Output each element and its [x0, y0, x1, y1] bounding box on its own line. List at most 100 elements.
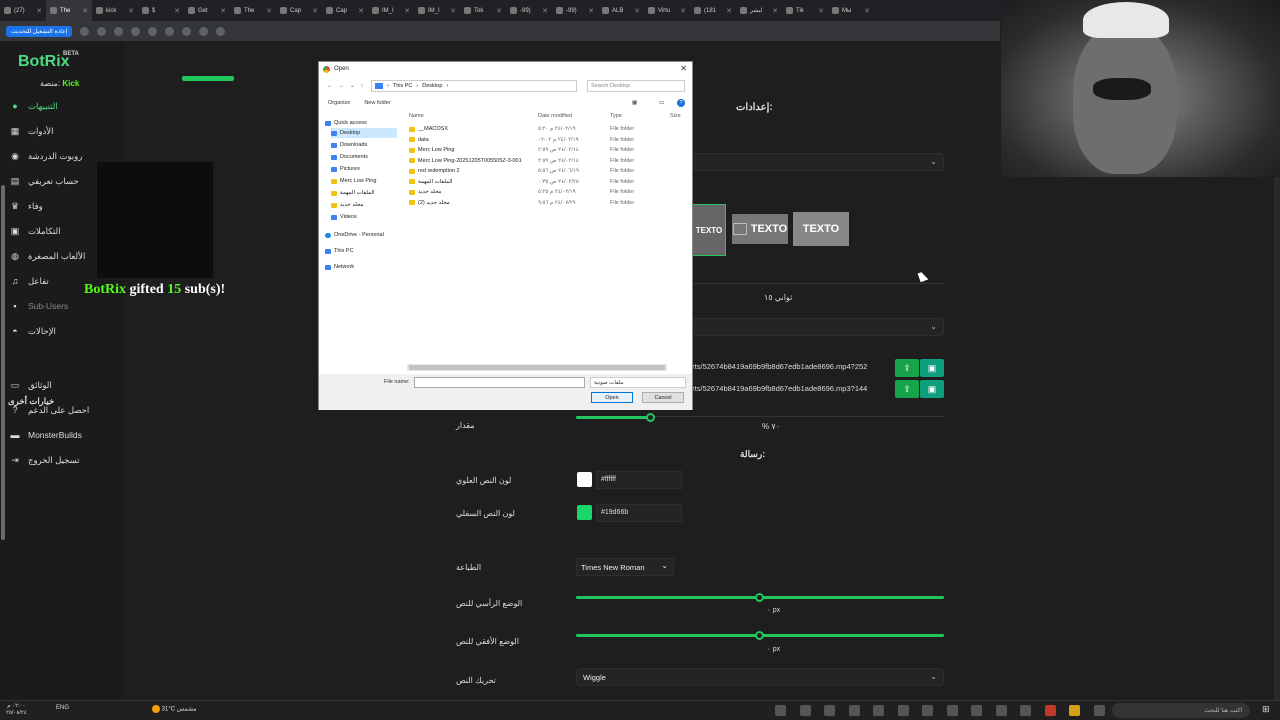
close-icon[interactable]: ✕: [82, 7, 88, 15]
back-arrow-icon[interactable]: ←: [327, 83, 333, 89]
breadcrumb-this-pc[interactable]: This PC: [393, 83, 413, 89]
volume-thumb[interactable]: [645, 413, 655, 422]
page-scroll-thumb[interactable]: [1, 185, 5, 540]
animation-select[interactable]: Wiggle ⌄: [576, 668, 944, 686]
sidebar-item-docs[interactable]: ▭ الوثائق: [10, 376, 120, 394]
sidebar-item-alert[interactable]: ● التنبيهات: [10, 97, 120, 115]
browser-tab[interactable]: ALB ✕: [598, 0, 644, 21]
close-icon[interactable]: ✕: [726, 7, 732, 15]
extension-icon[interactable]: [131, 26, 141, 36]
scroll-thumb[interactable]: [409, 365, 665, 370]
dialog-nav-item[interactable]: الملفات المهمة: [331, 188, 397, 198]
col-name[interactable]: Name: [409, 113, 424, 119]
close-icon[interactable]: ✕: [404, 7, 410, 15]
close-icon[interactable]: ✕: [312, 7, 318, 15]
close-icon[interactable]: ✕: [496, 7, 502, 15]
layout-option-selected[interactable]: TEXTO: [692, 204, 726, 256]
help-icon[interactable]: ?: [677, 99, 685, 107]
extension-icon[interactable]: [148, 26, 158, 36]
vpos-thumb[interactable]: [755, 593, 764, 602]
col-date[interactable]: Date modified: [538, 113, 572, 119]
file-row[interactable]: red redemption 2 ٢٤/٠٦/١٩ ص ٥:٥٦ File fold…: [407, 168, 687, 178]
browser-tab[interactable]: $ ✕: [138, 0, 184, 21]
language-indicator[interactable]: ENG: [56, 705, 69, 711]
brand-logo[interactable]: BotRix: [18, 53, 70, 71]
close-icon[interactable]: ✕: [128, 7, 134, 15]
taskbar-search[interactable]: اكتب هنا للبحث: [1112, 703, 1250, 718]
organize-button[interactable]: Organize: [328, 100, 350, 106]
sidebar-item-users[interactable]: ◓ الإحالات: [10, 322, 120, 340]
close-icon[interactable]: ✕: [220, 7, 226, 15]
folder-icon[interactable]: [1069, 705, 1080, 716]
close-icon[interactable]: ✕: [36, 7, 42, 15]
top-color-swatch[interactable]: [577, 472, 592, 487]
close-icon[interactable]: ✕: [588, 7, 594, 15]
browser-tab[interactable]: (181 ✕: [690, 0, 736, 21]
chevron-down-icon[interactable]: ⌄: [350, 83, 355, 89]
store-icon[interactable]: [1020, 705, 1031, 716]
close-icon[interactable]: ✕: [864, 7, 870, 15]
layout-option-side[interactable]: TEXTO: [732, 214, 788, 244]
file-type-select[interactable]: ملفات صوتية: [590, 377, 686, 388]
dialog-nav-item[interactable]: OneDrive - Personal: [325, 230, 397, 240]
chrome-icon[interactable]: [897, 705, 909, 716]
word-icon[interactable]: [995, 705, 1007, 716]
dialog-nav-item[interactable]: Network: [325, 262, 397, 272]
breadcrumb-desktop[interactable]: Desktop: [422, 83, 442, 89]
file-row[interactable]: Merc Low Ping-20251205T005505Z-3-001 ٢٤/٠…: [407, 158, 687, 168]
dialog-nav-item[interactable]: Desktop: [331, 128, 397, 138]
page-scrollbar[interactable]: [1274, 177, 1280, 700]
audio-library-button[interactable]: ▣: [920, 380, 944, 398]
layout-option-overlay[interactable]: TEXTO: [793, 212, 849, 246]
new-folder-button[interactable]: New folder: [364, 100, 390, 106]
sidebar-item-tools[interactable]: ▦ الأدوات: [10, 122, 120, 140]
notes-icon[interactable]: [971, 705, 982, 716]
sidebar-icon[interactable]: [216, 26, 226, 36]
download-icon[interactable]: [97, 26, 107, 36]
file-row[interactable]: مجلد جديد (2) ٢٤/٠٧/٢٩ م ٩:٥٦ File folder: [407, 200, 687, 210]
reload-to-update-button[interactable]: إعادة التشغيل للتحديث: [6, 25, 73, 37]
video-library-button[interactable]: ▣: [920, 359, 944, 377]
close-icon[interactable]: ✕: [358, 7, 364, 15]
file-name-input[interactable]: [414, 377, 585, 388]
forward-arrow-icon[interactable]: →: [339, 83, 345, 89]
hpos-thumb[interactable]: [755, 631, 764, 640]
bottom-color-swatch[interactable]: [577, 505, 592, 520]
edge-icon[interactable]: [946, 705, 958, 716]
browser-tab[interactable]: -99) ✕: [552, 0, 598, 21]
col-size[interactable]: Size: [670, 113, 681, 119]
browser-tab[interactable]: Cap ✕: [276, 0, 322, 21]
start-icon[interactable]: ⊞: [1262, 704, 1270, 715]
upload-audio-button[interactable]: ⇪: [895, 380, 919, 398]
browser-tab[interactable]: Tik ✕: [782, 0, 828, 21]
close-icon[interactable]: ✕: [450, 7, 456, 15]
clock[interactable]: ٠٢:٠٠ م ٢٥/٠٨/٢٤: [6, 703, 27, 717]
dialog-nav-item[interactable]: Videos: [331, 212, 397, 222]
sidebar-item-monitor[interactable]: ▬ MonsterBuilds: [10, 426, 120, 444]
preview-pane-icon[interactable]: ▭: [659, 100, 664, 106]
settings-icon[interactable]: [799, 705, 811, 716]
close-icon[interactable]: ✕: [542, 7, 548, 15]
dialog-nav-item[interactable]: This PC: [325, 246, 397, 256]
browser-tab[interactable]: -99) ✕: [506, 0, 552, 21]
open-button[interactable]: Open: [591, 392, 633, 403]
task-view-icon[interactable]: [775, 705, 786, 716]
file-explorer-icon[interactable]: [824, 705, 835, 716]
dialog-nav-item[interactable]: Merc Low Ping: [331, 176, 397, 186]
view-options-icon[interactable]: ▦: [632, 100, 637, 106]
extension-icon[interactable]: [182, 26, 192, 36]
browser-tab[interactable]: Virtu ✕: [644, 0, 690, 21]
extension-icon[interactable]: [80, 26, 90, 36]
steam-icon[interactable]: [873, 705, 884, 716]
dialog-nav-item[interactable]: مجلد جديد: [331, 200, 397, 210]
terminal-icon[interactable]: [922, 705, 933, 716]
file-row[interactable]: مجلد جديد ٢٤/٠٢/١٩ م ٥:٢٥ File folder: [407, 189, 687, 199]
upload-video-button[interactable]: ⇪: [895, 359, 919, 377]
browser-tab[interactable]: Мы ✕: [828, 0, 874, 21]
up-arrow-icon[interactable]: ↑: [361, 83, 364, 89]
dialog-nav-item[interactable]: Downloads: [331, 140, 397, 150]
sidebar-item-logout[interactable]: ⇥ تسجيل الخروج: [10, 451, 120, 469]
extension-icon[interactable]: [114, 26, 124, 36]
star-icon[interactable]: [199, 26, 209, 36]
browser-tab[interactable]: ‏Tok ✕: [460, 0, 506, 21]
